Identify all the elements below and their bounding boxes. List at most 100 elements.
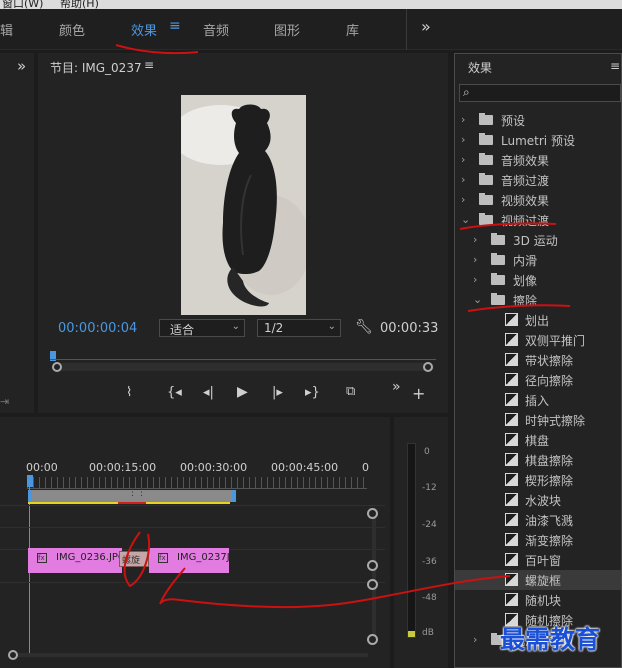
tree-item-label: 内滑 [513,254,538,268]
left-panel: » ⇥ [0,53,34,413]
chevron-right-icon[interactable]: › [461,193,465,206]
program-title[interactable]: 节目: IMG_0237 [50,59,142,76]
tree-item-iris[interactable]: › 划像 [455,270,621,290]
tab-color[interactable]: 颜色 [59,20,85,39]
add-button-icon[interactable]: + [412,384,425,403]
tab-graphics[interactable]: 图形 [274,20,300,39]
panel-menu-icon[interactable]: ≡ [610,59,620,73]
clip-name: IMG_0237J [177,552,230,563]
workspace-overflow-icon[interactable]: » [421,17,431,36]
tree-item-3d-motion[interactable]: › 3D 运动 [455,230,621,250]
tree-item-paint-splatter[interactable]: 油漆飞溅 [455,510,621,530]
timeline-scrollbar[interactable] [372,511,376,641]
chevron-right-icon[interactable]: › [461,153,465,166]
tree-item-band-wipe[interactable]: 带状擦除 [455,350,621,370]
clip-img0237[interactable]: fx IMG_0237J [149,548,230,573]
fit-select[interactable]: 适合 ⌄ [159,319,245,337]
folder-icon [479,173,493,185]
playhead[interactable] [27,475,33,487]
zoom-handle-right[interactable] [423,362,433,372]
tree-item-audio-effects[interactable]: › 音频效果 [455,150,621,170]
tab-effects[interactable]: 效果 [131,20,157,39]
new-item-icon[interactable]: ⇥ [0,395,9,408]
tree-item-wipe[interactable]: ⌄ 擦除 [455,290,621,310]
tree-item-video-transitions[interactable]: ⌄ 视频过渡 [455,210,621,230]
tree-item-wedge-wipe[interactable]: 楔形擦除 [455,470,621,490]
chevron-right-icon[interactable]: › [461,133,465,146]
tab-audio[interactable]: 音频 [203,20,229,39]
tree-item-presets[interactable]: › 预设 [455,110,621,130]
program-menu-icon[interactable]: ≡ [144,58,154,72]
chevron-right-icon[interactable]: › [473,253,477,266]
tree-item-slide[interactable]: › 内滑 [455,250,621,270]
go-to-out-icon[interactable]: ▸} [305,385,320,400]
transition-icon [505,313,518,326]
current-timecode[interactable]: 00:00:00:04 [58,321,137,336]
chevron-right-icon[interactable]: › [473,233,477,246]
transition-icon [505,333,518,346]
meter-tick: -12 [422,483,437,493]
go-to-in-icon[interactable]: {◂ [167,385,182,400]
play-icon[interactable]: ▶ [237,384,248,400]
tree-item-venetian-blinds[interactable]: 百叶窗 [455,550,621,570]
tree-item-radial-wipe[interactable]: 径向擦除 [455,370,621,390]
tree-item-random-blocks[interactable]: 随机块 [455,590,621,610]
work-area-bar[interactable]: ⋮⋮ [28,488,236,502]
tree-item-water-drop[interactable]: 水波块 [455,490,621,510]
tree-item-spiral-boxes[interactable]: 螺旋框 [455,570,621,590]
more-controls-icon[interactable]: » [392,379,401,395]
transition-icon [505,453,518,466]
export-frame-icon[interactable]: ⧉ [346,384,355,399]
chevron-down-icon[interactable]: ⌄ [473,293,482,306]
tree-item-clock-wipe[interactable]: 时钟式擦除 [455,410,621,430]
chevron-right-icon[interactable]: › [473,633,477,646]
zoom-scroll[interactable] [56,363,434,371]
chevron-right-icon[interactable]: › [473,273,477,286]
step-forward-icon[interactable]: |▸ [272,385,283,400]
fit-select-value: 适合 [170,323,195,337]
tree-item-video-effects[interactable]: › 视频效果 [455,190,621,210]
scroll-handle[interactable] [367,560,378,571]
transition-icon [505,413,518,426]
transition-icon [505,373,518,386]
tree-item-inset[interactable]: 插入 [455,390,621,410]
clip-img0236[interactable]: fx IMG_0236.JPG [28,548,126,573]
scroll-handle[interactable] [367,579,378,590]
tree-item-label: 楔形擦除 [525,474,574,488]
chevron-right-icon[interactable]: › [461,173,465,186]
tree-item-gradient-wipe[interactable]: 渐变擦除 [455,530,621,550]
menu-help[interactable]: 帮助(H) [60,0,99,9]
step-back-icon[interactable]: ◂| [203,385,214,400]
tree-item-barn-doors[interactable]: 双侧平推门 [455,330,621,350]
chevron-down-icon[interactable]: ⌄ [461,213,470,226]
search-input[interactable]: ⌕ [459,84,621,102]
h-scrollbar[interactable] [18,653,368,657]
tab-libraries[interactable]: 库 [346,20,359,39]
scroll-handle[interactable] [367,508,378,519]
effects-panel: 效果 ≡ ⌕ › 预设 › Lumetri 预设 › 音频效果 › 音频过渡 › 视频效果 ⌄ 视频过… [454,53,622,668]
panel-overflow-icon[interactable]: » [17,57,26,75]
track-divider [0,505,385,506]
tree-item-lumetri-presets[interactable]: › Lumetri 预设 [455,130,621,150]
zoom-handle-left[interactable] [52,362,62,372]
resolution-select[interactable]: 1/2 ⌄ [257,319,341,337]
tree-item-wipe-effect[interactable]: 划出 [455,310,621,330]
tree-item-checkerboard[interactable]: 棋盘 [455,430,621,450]
time-ruler[interactable] [27,477,367,489]
menu-window[interactable]: 窗口(W) [2,0,43,9]
mark-in-icon[interactable]: ⌇ [126,385,132,400]
scroll-handle[interactable] [367,634,378,645]
folder-icon [491,273,505,285]
tree-item-label: 音频效果 [501,154,550,168]
tab-editing[interactable]: 辑 [0,20,13,39]
wrench-icon[interactable]: 🔧︎ [355,319,373,335]
track-divider [0,527,385,528]
tree-item-audio-transitions[interactable]: › 音频过渡 [455,170,621,190]
workspace-menu-icon[interactable]: ≡ [169,18,181,34]
transition-marker[interactable]: 螺旋 [119,551,149,567]
chevron-right-icon[interactable]: › [461,113,465,126]
tree-item-checker-wipe[interactable]: 棋盘擦除 [455,450,621,470]
h-scroll-handle[interactable] [8,650,18,660]
meter-tick: 0 [424,447,430,457]
transition-icon [505,553,518,566]
